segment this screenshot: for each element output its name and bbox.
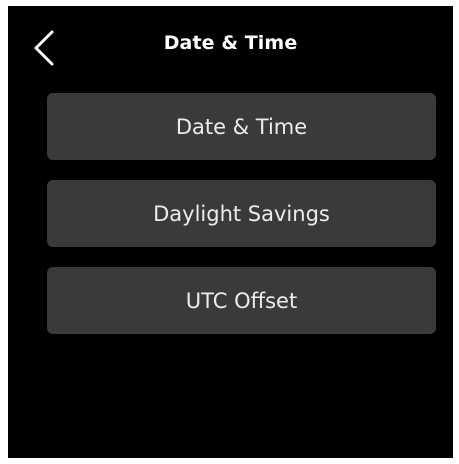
utc-offset-button[interactable]: UTC Offset (47, 267, 436, 334)
date-time-button[interactable]: Date & Time (47, 93, 436, 160)
utc-offset-button-label: UTC Offset (185, 288, 298, 313)
device-screen: Date & Time Date & Time Daylight Savings… (8, 6, 453, 458)
date-time-button-label: Date & Time (175, 114, 308, 139)
page-title: Date & Time (163, 32, 298, 54)
daylight-savings-button[interactable]: Daylight Savings (47, 180, 436, 247)
daylight-savings-button-label: Daylight Savings (153, 201, 330, 226)
